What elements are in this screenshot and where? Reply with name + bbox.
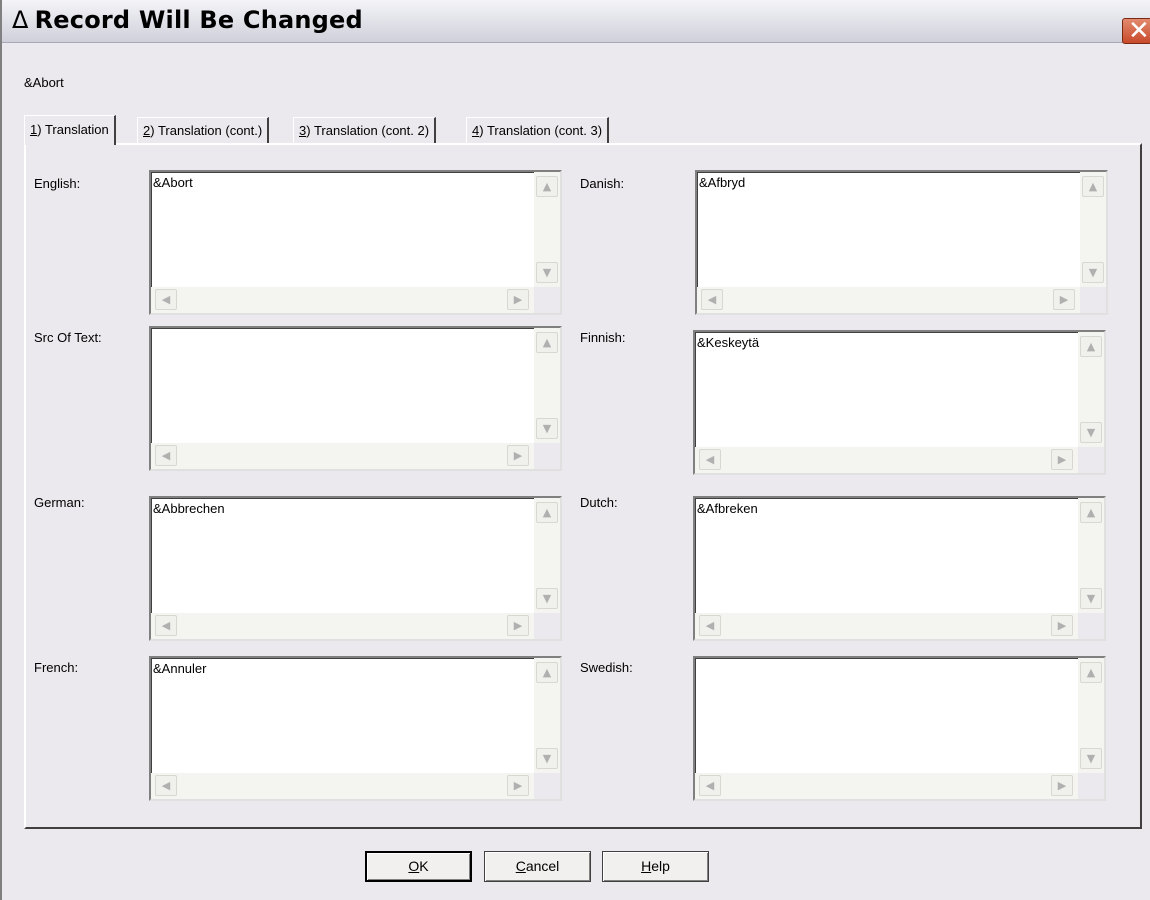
french-hscroll[interactable]: ◀ ▶ [151,773,534,799]
dutch-field[interactable]: &Afbreken ▲ ▼ ◀ ▶ [693,496,1106,641]
scroll-corner [534,287,560,313]
dutch-label: Dutch: [580,495,618,510]
scroll-left-icon[interactable]: ◀ [699,775,721,796]
finnish-value: &Keskeytä [697,335,760,350]
scroll-up-icon[interactable]: ▲ [536,332,558,353]
german-value: &Abbrechen [153,501,225,516]
tab-translation-cont[interactable]: 2) Translation (cont.) [137,117,270,143]
scroll-left-icon[interactable]: ◀ [701,289,723,310]
close-icon: ✕ [1128,16,1150,46]
french-label: French: [34,660,79,675]
scroll-left-icon[interactable]: ◀ [699,449,721,470]
scroll-corner [534,443,560,469]
help-button[interactable]: Help [602,851,709,882]
scroll-corner [534,613,560,639]
scroll-down-icon[interactable]: ▼ [536,262,558,283]
scroll-right-icon[interactable]: ▶ [1053,289,1075,310]
scroll-corner [1080,287,1106,313]
english-vscroll[interactable]: ▲ ▼ [534,172,560,287]
scroll-up-icon[interactable]: ▲ [1082,176,1104,197]
scroll-left-icon[interactable]: ◀ [699,615,721,636]
swedish-label: Swedish: [580,660,633,675]
english-label: English: [34,176,81,191]
scroll-up-icon[interactable]: ▲ [536,176,558,197]
scroll-down-icon[interactable]: ▼ [536,588,558,609]
window-title: Δ Record Will Be Changed [12,6,363,34]
title-bar[interactable]: Δ Record Will Be Changed [2,0,1150,43]
dutch-value: &Afbreken [697,501,758,516]
scroll-left-icon[interactable]: ◀ [155,615,177,636]
scroll-corner [1078,613,1104,639]
scroll-down-icon[interactable]: ▼ [1080,588,1102,609]
ok-button[interactable]: OK [365,851,472,882]
src-of-text-field[interactable]: ▲ ▼ ◀ ▶ [149,326,562,471]
german-field[interactable]: &Abbrechen ▲ ▼ ◀ ▶ [149,496,562,641]
window-title-text: Record Will Be Changed [34,6,363,34]
scroll-right-icon[interactable]: ▶ [507,775,529,796]
german-hscroll[interactable]: ◀ ▶ [151,613,534,639]
scroll-right-icon[interactable]: ▶ [507,445,529,466]
german-vscroll[interactable]: ▲ ▼ [534,498,560,613]
scroll-up-icon[interactable]: ▲ [536,502,558,523]
french-value: &Annuler [153,661,207,676]
scroll-down-icon[interactable]: ▼ [536,748,558,769]
src-of-text-label: Src Of Text: [34,330,102,345]
scroll-left-icon[interactable]: ◀ [155,775,177,796]
cancel-button[interactable]: Cancel [484,851,591,882]
swedish-vscroll[interactable]: ▲ ▼ [1078,658,1104,773]
finnish-hscroll[interactable]: ◀ ▶ [695,447,1078,473]
scroll-up-icon[interactable]: ▲ [1080,502,1102,523]
english-value: &Abort [153,175,193,190]
scroll-up-icon[interactable]: ▲ [536,662,558,683]
french-vscroll[interactable]: ▲ ▼ [534,658,560,773]
scroll-left-icon[interactable]: ◀ [155,445,177,466]
tab-translation-cont-3[interactable]: 4) Translation (cont. 3) [466,117,610,143]
close-button[interactable]: ✕ [1122,16,1150,46]
record-label: &Abort [24,75,64,90]
english-hscroll[interactable]: ◀ ▶ [151,287,534,313]
scroll-right-icon[interactable]: ▶ [507,615,529,636]
dutch-hscroll[interactable]: ◀ ▶ [695,613,1078,639]
tab-translation-cont-2[interactable]: 3) Translation (cont. 2) [293,117,437,143]
danish-hscroll[interactable]: ◀ ▶ [697,287,1080,313]
scroll-down-icon[interactable]: ▼ [1080,748,1102,769]
scroll-corner [1078,447,1104,473]
scroll-down-icon[interactable]: ▼ [536,418,558,439]
danish-label: Danish: [580,176,625,191]
danish-value: &Afbryd [699,175,746,190]
swedish-hscroll[interactable]: ◀ ▶ [695,773,1078,799]
scroll-down-icon[interactable]: ▼ [1082,262,1104,283]
scroll-up-icon[interactable]: ▲ [1080,662,1102,683]
finnish-field[interactable]: &Keskeytä ▲ ▼ ◀ ▶ [693,330,1106,475]
french-field[interactable]: &Annuler ▲ ▼ ◀ ▶ [149,656,562,801]
src-vscroll[interactable]: ▲ ▼ [534,328,560,443]
scroll-corner [534,773,560,799]
english-field[interactable]: &Abort ▲ ▼ ◀ ▶ [149,170,562,315]
scroll-down-icon[interactable]: ▼ [1080,422,1102,443]
scroll-right-icon[interactable]: ▶ [507,289,529,310]
scroll-right-icon[interactable]: ▶ [1051,775,1073,796]
scroll-up-icon[interactable]: ▲ [1080,336,1102,357]
dialog-window: Δ Record Will Be Changed ✕ &Abort 1) Tran… [0,0,1150,900]
dutch-vscroll[interactable]: ▲ ▼ [1078,498,1104,613]
finnish-vscroll[interactable]: ▲ ▼ [1078,332,1104,447]
delta-icon: Δ [12,6,29,34]
finnish-label: Finnish: [580,330,626,345]
scroll-right-icon[interactable]: ▶ [1051,449,1073,470]
tab-translation[interactable]: 1) Translation [24,115,116,145]
src-hscroll[interactable]: ◀ ▶ [151,443,534,469]
scroll-corner [1078,773,1104,799]
swedish-field[interactable]: ▲ ▼ ◀ ▶ [693,656,1106,801]
german-label: German: [34,495,85,510]
danish-field[interactable]: &Afbryd ▲ ▼ ◀ ▶ [695,170,1108,315]
scroll-left-icon[interactable]: ◀ [155,289,177,310]
danish-vscroll[interactable]: ▲ ▼ [1080,172,1106,287]
scroll-right-icon[interactable]: ▶ [1051,615,1073,636]
